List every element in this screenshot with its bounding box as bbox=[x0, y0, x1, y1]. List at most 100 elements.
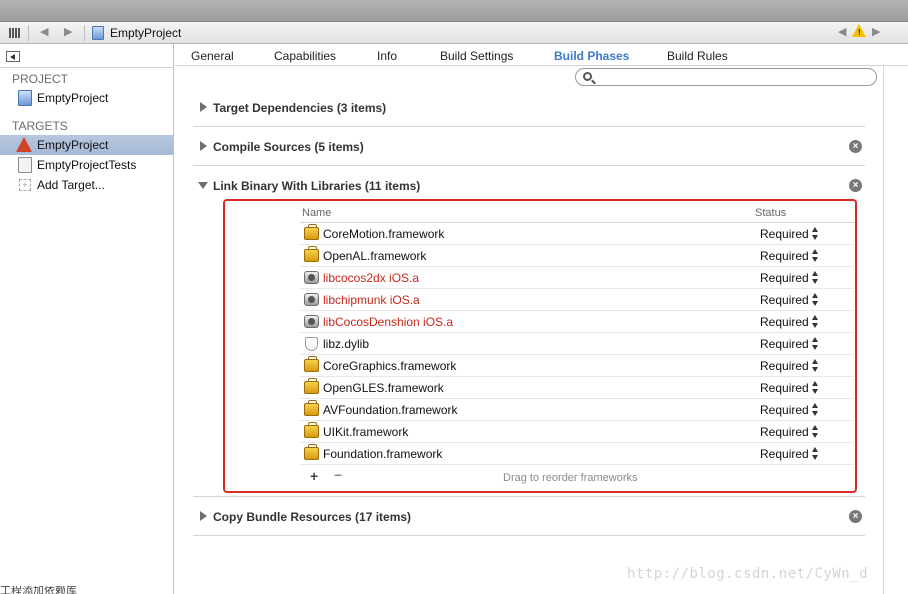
forward-arrow-icon[interactable]: ▶ bbox=[64, 25, 72, 38]
status-stepper-icon[interactable] bbox=[812, 315, 818, 329]
library-row[interactable]: libchipmunk iOS.a Required bbox=[300, 289, 854, 311]
hide-sidebar-icon[interactable] bbox=[6, 51, 20, 62]
library-status[interactable]: Required bbox=[760, 359, 809, 373]
sidebar-item-label: EmptyProjectTests bbox=[37, 158, 137, 172]
framework-icon bbox=[304, 422, 319, 438]
divider bbox=[0, 67, 174, 68]
library-status[interactable]: Required bbox=[760, 315, 809, 329]
library-name: libcocos2dx iOS.a bbox=[323, 271, 420, 285]
framework-icon bbox=[304, 400, 319, 416]
status-stepper-icon[interactable] bbox=[812, 337, 818, 351]
add-library-button[interactable]: + bbox=[310, 468, 318, 484]
static-library-icon bbox=[304, 315, 319, 328]
divider bbox=[84, 25, 85, 41]
tab-capabilities[interactable]: Capabilities bbox=[274, 49, 336, 63]
back-arrow-icon[interactable]: ◀ bbox=[40, 25, 48, 38]
phase-target-dependencies[interactable]: Target Dependencies (3 items) bbox=[193, 88, 865, 127]
library-row[interactable]: libcocos2dx iOS.a Required bbox=[300, 267, 854, 289]
delete-phase-icon[interactable]: × bbox=[849, 510, 862, 523]
dynamic-library-icon bbox=[305, 337, 318, 351]
library-table-footer: + − Drag to reorder frameworks bbox=[300, 465, 854, 489]
previous-issue-icon[interactable]: ◀ bbox=[838, 25, 846, 38]
sidebar-item-label: EmptyProject bbox=[37, 138, 109, 152]
related-items-icon[interactable] bbox=[9, 28, 21, 38]
delete-phase-icon[interactable]: × bbox=[849, 179, 862, 192]
library-name: libchipmunk iOS.a bbox=[323, 293, 420, 307]
library-row[interactable]: Foundation.framework Required bbox=[300, 443, 854, 465]
library-row[interactable]: libCocosDenshion iOS.a Required bbox=[300, 311, 854, 333]
library-status[interactable]: Required bbox=[760, 293, 809, 307]
warning-mark: ! bbox=[858, 28, 861, 37]
watermark-text: http://blog.csdn.net/CyWn_d bbox=[627, 566, 869, 582]
add-target-button[interactable]: + Add Target... bbox=[0, 175, 173, 195]
column-header-name[interactable]: Name bbox=[302, 207, 331, 219]
status-stepper-icon[interactable] bbox=[812, 271, 818, 285]
library-status[interactable]: Required bbox=[760, 403, 809, 417]
framework-icon bbox=[304, 356, 319, 372]
status-stepper-icon[interactable] bbox=[812, 293, 818, 307]
library-status[interactable]: Required bbox=[760, 447, 809, 461]
status-stepper-icon[interactable] bbox=[812, 425, 818, 439]
phase-compile-sources[interactable]: Compile Sources (5 items) × bbox=[193, 127, 865, 166]
library-status[interactable]: Required bbox=[760, 271, 809, 285]
library-name: libz.dylib bbox=[323, 337, 370, 351]
framework-icon bbox=[304, 444, 319, 460]
test-target-icon bbox=[18, 157, 32, 173]
delete-phase-icon[interactable]: × bbox=[849, 140, 862, 153]
app-target-icon bbox=[16, 137, 32, 152]
add-target-icon: + bbox=[19, 179, 31, 191]
tab-general[interactable]: General bbox=[191, 49, 234, 63]
disclosure-triangle-icon[interactable] bbox=[198, 182, 208, 189]
status-stepper-icon[interactable] bbox=[812, 249, 818, 263]
tab-build-phases[interactable]: Build Phases bbox=[554, 49, 629, 63]
status-stepper-icon[interactable] bbox=[812, 227, 818, 241]
library-row[interactable]: AVFoundation.framework Required bbox=[300, 399, 854, 421]
phase-search-field[interactable] bbox=[575, 68, 877, 86]
disclosure-triangle-icon[interactable] bbox=[200, 511, 207, 521]
project-icon bbox=[18, 90, 32, 106]
library-status[interactable]: Required bbox=[760, 337, 809, 351]
vertical-scrollbar[interactable] bbox=[883, 66, 884, 594]
next-issue-icon[interactable]: ▶ bbox=[872, 25, 880, 38]
library-name: OpenAL.framework bbox=[323, 249, 427, 263]
library-row[interactable]: OpenAL.framework Required bbox=[300, 245, 854, 267]
framework-icon bbox=[304, 246, 319, 262]
tab-build-rules[interactable]: Build Rules bbox=[667, 49, 728, 63]
status-stepper-icon[interactable] bbox=[812, 359, 818, 373]
library-row[interactable]: CoreGraphics.framework Required bbox=[300, 355, 854, 377]
sidebar-item-label: EmptyProject bbox=[37, 91, 109, 105]
static-library-icon bbox=[304, 271, 319, 284]
tab-build-settings[interactable]: Build Settings bbox=[440, 49, 513, 63]
column-header-status[interactable]: Status bbox=[755, 207, 786, 219]
library-name: libCocosDenshion iOS.a bbox=[323, 315, 454, 329]
framework-icon bbox=[304, 378, 319, 394]
status-stepper-icon[interactable] bbox=[812, 381, 818, 395]
phase-title: Link Binary With Libraries (11 items) bbox=[213, 179, 421, 193]
library-name: CoreGraphics.framework bbox=[323, 359, 457, 373]
static-library-icon bbox=[304, 293, 319, 306]
sidebar-item-target-tests[interactable]: EmptyProjectTests bbox=[0, 155, 173, 175]
library-name: Foundation.framework bbox=[323, 447, 443, 461]
caption-text: 工程添加依赖库 bbox=[0, 586, 77, 594]
library-row[interactable]: CoreMotion.framework Required bbox=[300, 223, 854, 245]
library-name: OpenGLES.framework bbox=[323, 381, 444, 395]
status-stepper-icon[interactable] bbox=[812, 403, 818, 417]
remove-library-button[interactable]: − bbox=[334, 467, 342, 483]
disclosure-triangle-icon[interactable] bbox=[200, 141, 207, 151]
jump-bar: ◀ ▶ EmptyProject ◀ ! ▶ bbox=[0, 22, 908, 44]
library-status[interactable]: Required bbox=[760, 381, 809, 395]
library-status[interactable]: Required bbox=[760, 425, 809, 439]
sidebar-item-target-emptyproject[interactable]: EmptyProject bbox=[0, 135, 173, 155]
library-status[interactable]: Required bbox=[760, 227, 809, 241]
library-row[interactable]: UIKit.framework Required bbox=[300, 421, 854, 443]
library-row[interactable]: libz.dylib Required bbox=[300, 333, 854, 355]
sidebar-item-project[interactable]: EmptyProject bbox=[0, 88, 173, 108]
library-row[interactable]: OpenGLES.framework Required bbox=[300, 377, 854, 399]
tab-info[interactable]: Info bbox=[377, 49, 397, 63]
status-stepper-icon[interactable] bbox=[812, 447, 818, 461]
phase-copy-bundle-resources[interactable]: Copy Bundle Resources (17 items) × bbox=[193, 497, 865, 536]
jump-bar-file-name[interactable]: EmptyProject bbox=[110, 26, 181, 40]
disclosure-triangle-icon[interactable] bbox=[200, 102, 207, 112]
phase-title: Compile Sources (5 items) bbox=[213, 140, 364, 154]
library-status[interactable]: Required bbox=[760, 249, 809, 263]
